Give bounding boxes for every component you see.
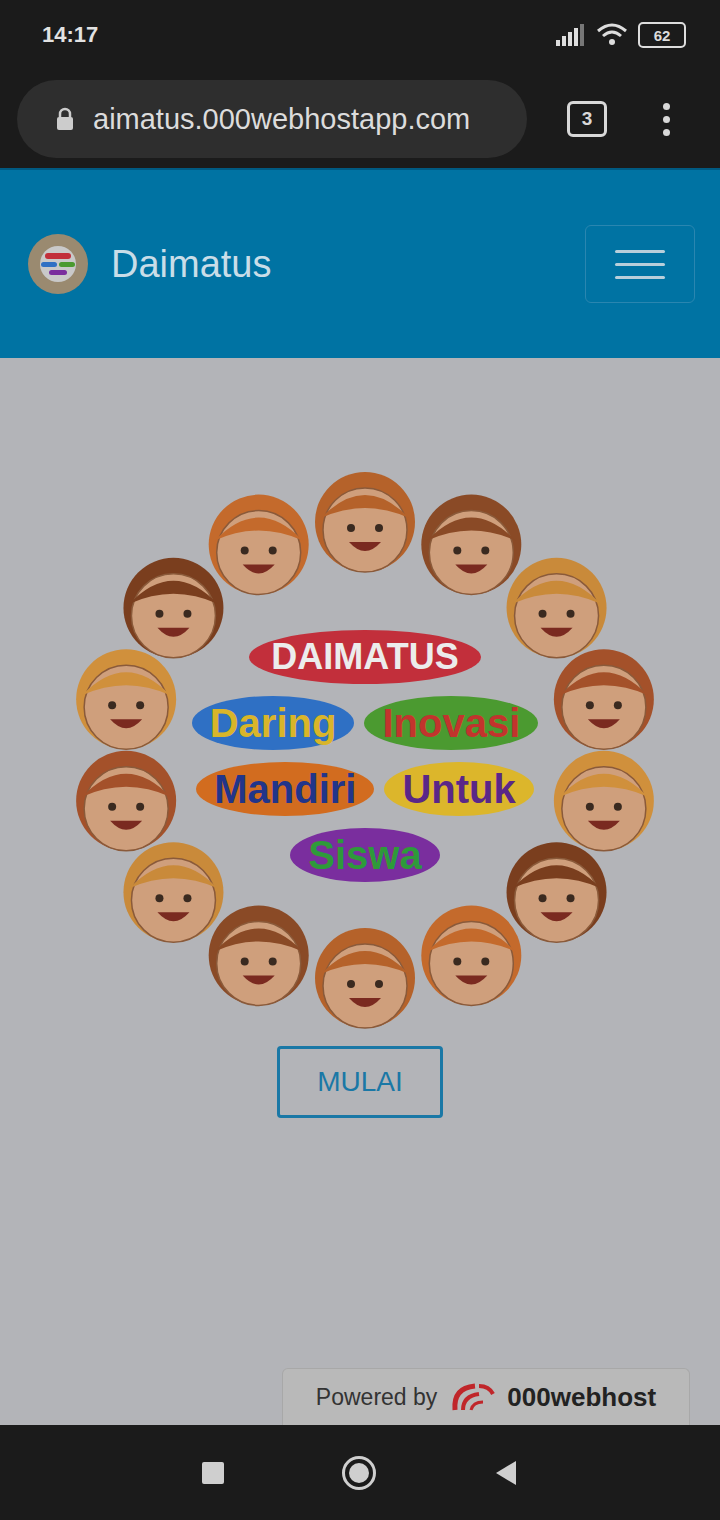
menu-icon[interactable]: [663, 103, 670, 136]
hero-labels: DAIMATUS DaringInovasi MandiriUntuk Siswa: [192, 630, 539, 882]
children-circle-icon: [65, 470, 685, 1030]
powered-by-badge[interactable]: Powered by 000webhost: [282, 1368, 690, 1425]
hamburger-icon[interactable]: [585, 225, 695, 303]
navbar: Daimatus: [0, 170, 720, 358]
hero-illustration: DAIMATUS DaringInovasi MandiriUntuk Siswa: [65, 470, 685, 1030]
url-text: aimatus.000webhostapp.com: [93, 103, 470, 136]
brand[interactable]: Daimatus: [25, 231, 272, 297]
home-icon[interactable]: [342, 1456, 376, 1490]
hero-label: Untuk: [384, 762, 533, 816]
status-time: 14:17: [42, 22, 98, 48]
signal-icon: [556, 24, 586, 46]
hero-label: Inovasi: [364, 696, 538, 750]
webhost-logo-icon: [449, 1380, 495, 1414]
label-row: Siswa: [290, 828, 439, 882]
browser-toolbar: aimatus.000webhostapp.com 3: [0, 70, 720, 168]
main-content: DAIMATUS DaringInovasi MandiriUntuk Siswa M…: [0, 358, 720, 1425]
label-row: DAIMATUS: [249, 630, 480, 684]
label-row: MandiriUntuk: [196, 762, 534, 816]
battery-icon: 62: [638, 22, 686, 48]
wifi-icon: [596, 23, 628, 47]
logo-icon: [25, 231, 91, 297]
back-icon[interactable]: [494, 1460, 518, 1486]
phone-screen: 14:17 62 aimatus.000webhostapp.com 3 Dai…: [0, 0, 720, 1520]
tab-count: 3: [582, 108, 593, 130]
battery-level: 62: [654, 27, 671, 44]
hero-label: Daring: [192, 696, 355, 750]
badge-brand: 000webhost: [507, 1382, 656, 1413]
status-bar: 14:17 62: [0, 0, 720, 70]
status-icons: 62: [556, 22, 686, 48]
start-button[interactable]: MULAI: [277, 1046, 443, 1118]
hero-label: Mandiri: [196, 762, 374, 816]
tab-switcher-button[interactable]: 3: [567, 101, 607, 137]
badge-prefix: Powered by: [316, 1384, 437, 1411]
system-navigation-bar: [0, 1425, 720, 1520]
lock-icon: [55, 107, 75, 131]
hero-label: Siswa: [290, 828, 439, 882]
address-bar[interactable]: aimatus.000webhostapp.com: [17, 80, 527, 158]
brand-name: Daimatus: [111, 243, 272, 286]
label-row: DaringInovasi: [192, 696, 539, 750]
recents-icon[interactable]: [202, 1462, 224, 1484]
hero-label: DAIMATUS: [249, 630, 480, 684]
